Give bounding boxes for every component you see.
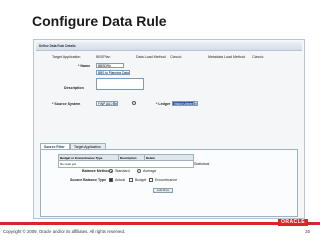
data-load-method-label: Data Load Method <box>136 55 166 59</box>
source-balance-type-label: Source Balance Type <box>70 178 107 182</box>
balance-type-budget-label: Budget <box>135 178 147 182</box>
balance-type-budget-checkbox[interactable] <box>129 178 133 182</box>
balance-average-radio[interactable] <box>137 169 141 173</box>
column-header[interactable]: Description <box>119 155 145 160</box>
balance-standard-radio[interactable] <box>109 169 113 173</box>
balance-method-label: Balance Method <box>82 169 110 173</box>
balance-average-label: Average <box>143 169 157 173</box>
balance-type-actual-label: Actual <box>115 178 125 182</box>
chevron-down-icon[interactable]: ▾ <box>114 101 118 106</box>
footer-bar <box>0 222 320 225</box>
column-header[interactable]: Delete <box>145 155 161 160</box>
source-system-select[interactable]: FINP1810 <box>96 101 114 106</box>
budget-type-table: Budget or Encumbrance Type Description D… <box>58 154 194 168</box>
metadata-load-method-label: Metadata Load Method <box>208 55 245 59</box>
table-empty-row: No rows yet. <box>60 162 77 166</box>
ledger-select[interactable]: Vision Universal <box>172 101 194 106</box>
search-icon[interactable] <box>132 101 136 105</box>
data-rule-screenshot: Define Data Rule Details Target Applicat… <box>33 39 305 219</box>
target-application-label: Target Application <box>52 55 81 59</box>
name-label: * Name <box>78 64 91 68</box>
source-system-label: * Source System <box>52 102 81 106</box>
ledger-label: * Ledger <box>156 102 171 106</box>
data-load-method-value: Classic <box>170 55 182 59</box>
copyright-text: Copyright © 2009, Oracle and/or its affi… <box>3 229 126 234</box>
description-textarea[interactable] <box>96 78 144 90</box>
name-description-input[interactable]: BBS to Planning Data Rule <box>96 70 130 75</box>
oracle-logo: ORACLE <box>278 219 308 226</box>
slide-title: Configure Data Rule <box>32 13 167 29</box>
page-number: 20 <box>305 229 310 234</box>
target-application-value: BBSPlan <box>96 55 111 59</box>
column-header[interactable]: Budget or Encumbrance Type <box>59 155 119 160</box>
name-input[interactable]: BBSDR# <box>96 63 124 68</box>
panel-header: Define Data Rule Details <box>36 42 302 51</box>
balance-type-encumbrance-label: Encumbrance <box>155 178 178 182</box>
add-row-button[interactable]: Add Row <box>153 188 173 193</box>
metadata-load-method-value: Classic <box>252 55 264 59</box>
chevron-down-icon[interactable]: ▾ <box>194 101 198 106</box>
balance-type-actual-checkbox[interactable] <box>109 178 113 182</box>
description-label: Description <box>64 86 84 90</box>
balance-standard-label: Standard <box>115 169 130 173</box>
balance-type-encumbrance-checkbox[interactable] <box>149 178 153 182</box>
